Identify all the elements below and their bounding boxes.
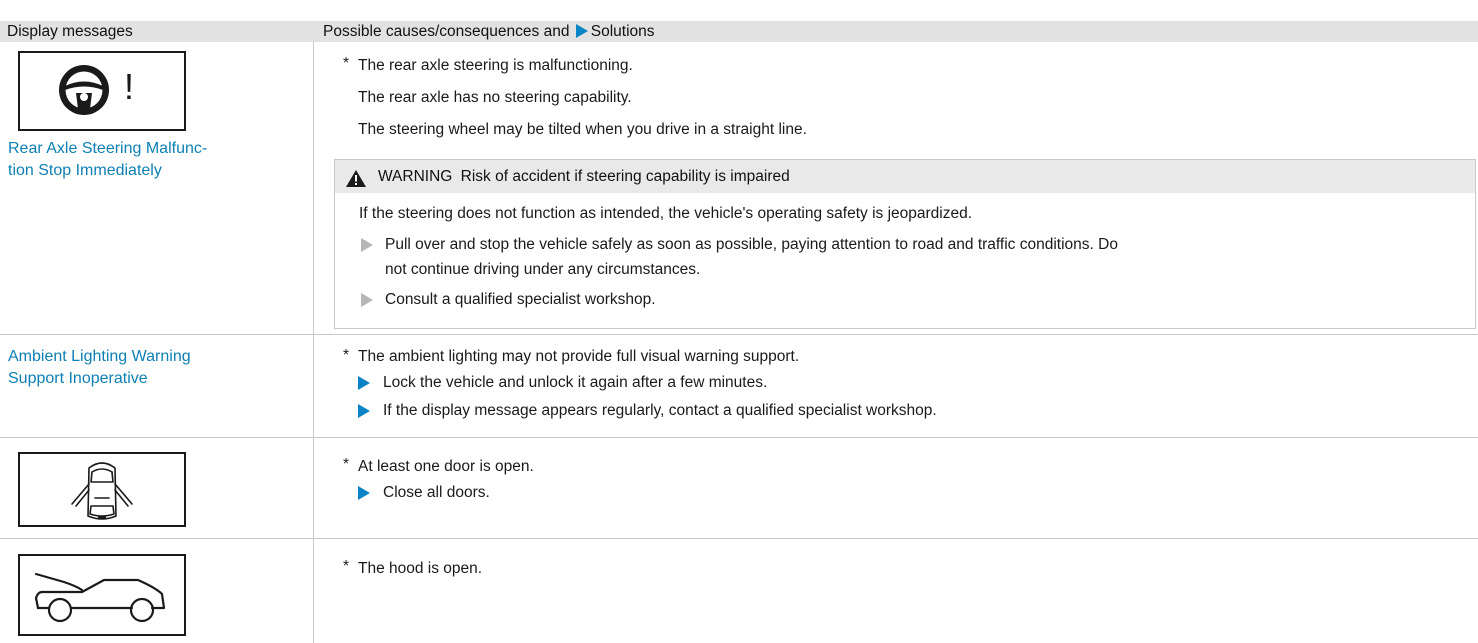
hood-open-icon-box xyxy=(18,554,186,636)
solution-text: Close all doors. xyxy=(383,484,490,501)
warning-title: WARNING Risk of accident if steering cap… xyxy=(378,167,790,187)
warning-step-text: Pull over and stop the vehicle safely as… xyxy=(385,236,1118,253)
message-line: Ambient Lighting Warning xyxy=(8,348,191,365)
door-open-icon-box xyxy=(18,452,186,527)
display-messages-table: Display messages Possible causes/consequ… xyxy=(0,0,1478,643)
table-header: Display messages Possible causes/consequ… xyxy=(0,21,1478,42)
row-divider xyxy=(0,437,1478,438)
exclamation-mark: ! xyxy=(124,66,135,107)
cause-text: The hood is open. xyxy=(358,560,483,577)
cause-marker: * xyxy=(343,558,350,575)
cause-marker: * xyxy=(343,55,350,72)
header-solutions-label: Solutions xyxy=(590,23,655,40)
column-divider xyxy=(313,42,314,643)
cause-text: At least one door is open. xyxy=(358,458,534,475)
cause-marker: * xyxy=(343,456,350,473)
warning-header: WARNING Risk of accident if steering cap… xyxy=(335,160,1475,193)
solution-text: If the display message appears regularly… xyxy=(383,402,937,419)
solution-text: Lock the vehicle and unlock it again aft… xyxy=(383,374,768,391)
row-divider xyxy=(0,334,1478,335)
warning-step-arrow-icon xyxy=(361,293,373,307)
solution-arrow-icon xyxy=(575,24,588,38)
steering-wheel-icon xyxy=(59,65,109,115)
message-line: Rear Axle Steering Malfunc- xyxy=(8,140,208,157)
header-causes-solutions: Possible causes/consequences and Solutio… xyxy=(323,21,655,42)
message-line: Support Inoperative xyxy=(8,370,148,387)
solution-arrow-icon xyxy=(358,486,370,500)
car-door-open-icon xyxy=(71,462,133,520)
solution-arrow-icon xyxy=(358,376,370,390)
warning-label: WARNING xyxy=(378,168,453,185)
warning-step-text: Consult a qualified specialist workshop. xyxy=(385,291,656,308)
warning-title-text: Risk of accident if steering capability … xyxy=(460,168,790,185)
cause-text: The rear axle steering is malfunctioning… xyxy=(358,57,633,74)
message-ambient-lighting: Ambient Lighting Warning Support Inopera… xyxy=(8,346,191,390)
warning-triangle-icon xyxy=(346,170,366,187)
message-line: tion Stop Immediately xyxy=(8,162,162,179)
header-causes-label: Possible causes/consequences and xyxy=(323,23,570,40)
cause-text: The steering wheel may be tilted when yo… xyxy=(358,121,807,138)
hood-open-icon xyxy=(34,572,166,623)
cause-text: The rear axle has no steering capability… xyxy=(358,89,632,106)
solution-arrow-icon xyxy=(358,404,370,418)
warning-text: If the steering does not function as int… xyxy=(359,205,973,222)
cause-text: The ambient lighting may not provide ful… xyxy=(358,348,800,365)
steering-malfunction-icon-box: ! xyxy=(18,51,186,131)
row-divider xyxy=(0,538,1478,539)
warning-step-arrow-icon xyxy=(361,238,373,252)
message-rear-axle-steering: Rear Axle Steering Malfunc- tion Stop Im… xyxy=(8,138,207,182)
warning-box: WARNING Risk of accident if steering cap… xyxy=(334,159,1476,329)
warning-step-text: not continue driving under any circumsta… xyxy=(385,261,701,278)
header-display-messages: Display messages xyxy=(7,23,133,40)
cause-marker: * xyxy=(343,347,350,364)
